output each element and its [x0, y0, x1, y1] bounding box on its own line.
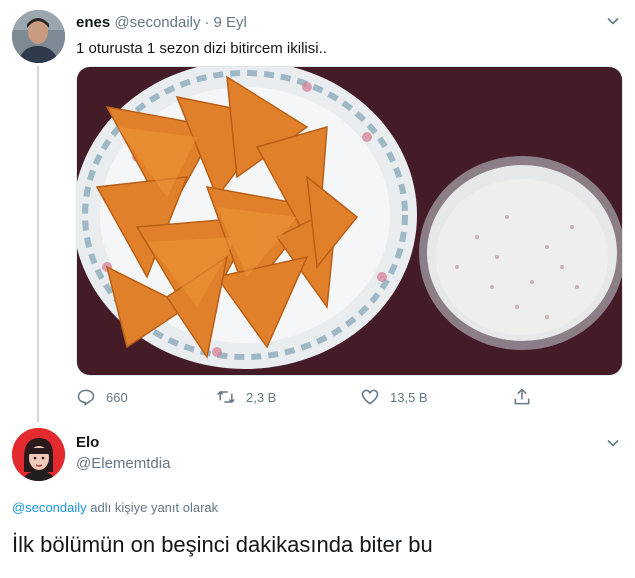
like-button[interactable]: 13,5 B — [360, 384, 428, 410]
original-tweet: enes @secondaily · 9 Eyl 1 oturusta 1 sezo… — [0, 0, 635, 422]
retweet-count: 2,3 B — [246, 389, 277, 405]
tweet-actions: 660 2,3 B 13,5 B — [76, 384, 546, 410]
reply-icon — [77, 389, 95, 406]
separator-dot: · — [204, 14, 210, 31]
replying-to: @secondaily adlı kişiye yanıt olarak — [12, 500, 218, 515]
chevron-down-icon[interactable] — [604, 434, 622, 452]
tweet-text: 1 oturusta 1 sezon dizi bitircem ikilisi… — [76, 40, 327, 57]
reply-tweet: Elo @Elememtdia @secondaily adlı kişiye … — [0, 422, 635, 578]
share-icon — [514, 388, 530, 405]
tweet-date[interactable]: 9 Eyl — [213, 14, 246, 31]
mention-link[interactable]: @secondaily — [12, 500, 87, 515]
user-name[interactable]: enes — [76, 14, 110, 31]
user-name[interactable]: Elo — [76, 434, 99, 451]
share-button[interactable] — [512, 384, 542, 410]
user-handle[interactable]: @Elememtdia — [76, 455, 170, 472]
chips-and-dip-photo-icon — [77, 67, 622, 375]
tweet-header: enes @secondaily · 9 Eyl — [76, 14, 247, 31]
reply-text: İlk bölümün on beşinci dakikasında biter… — [12, 532, 433, 557]
heart-icon — [361, 389, 379, 405]
reply-count: 660 — [106, 389, 128, 405]
replying-label: adlı kişiye yanıt olarak — [90, 500, 219, 515]
avatar[interactable] — [12, 10, 65, 63]
user-handle[interactable]: @secondaily — [114, 14, 200, 31]
avatar[interactable] — [12, 428, 65, 481]
reply-button[interactable]: 660 — [76, 384, 128, 410]
retweet-icon — [217, 390, 235, 404]
retweet-button[interactable]: 2,3 B — [216, 384, 276, 410]
chevron-down-icon[interactable] — [604, 12, 622, 30]
tweet-photo[interactable] — [76, 66, 623, 376]
like-count: 13,5 B — [390, 389, 428, 405]
thread-line — [37, 66, 39, 422]
